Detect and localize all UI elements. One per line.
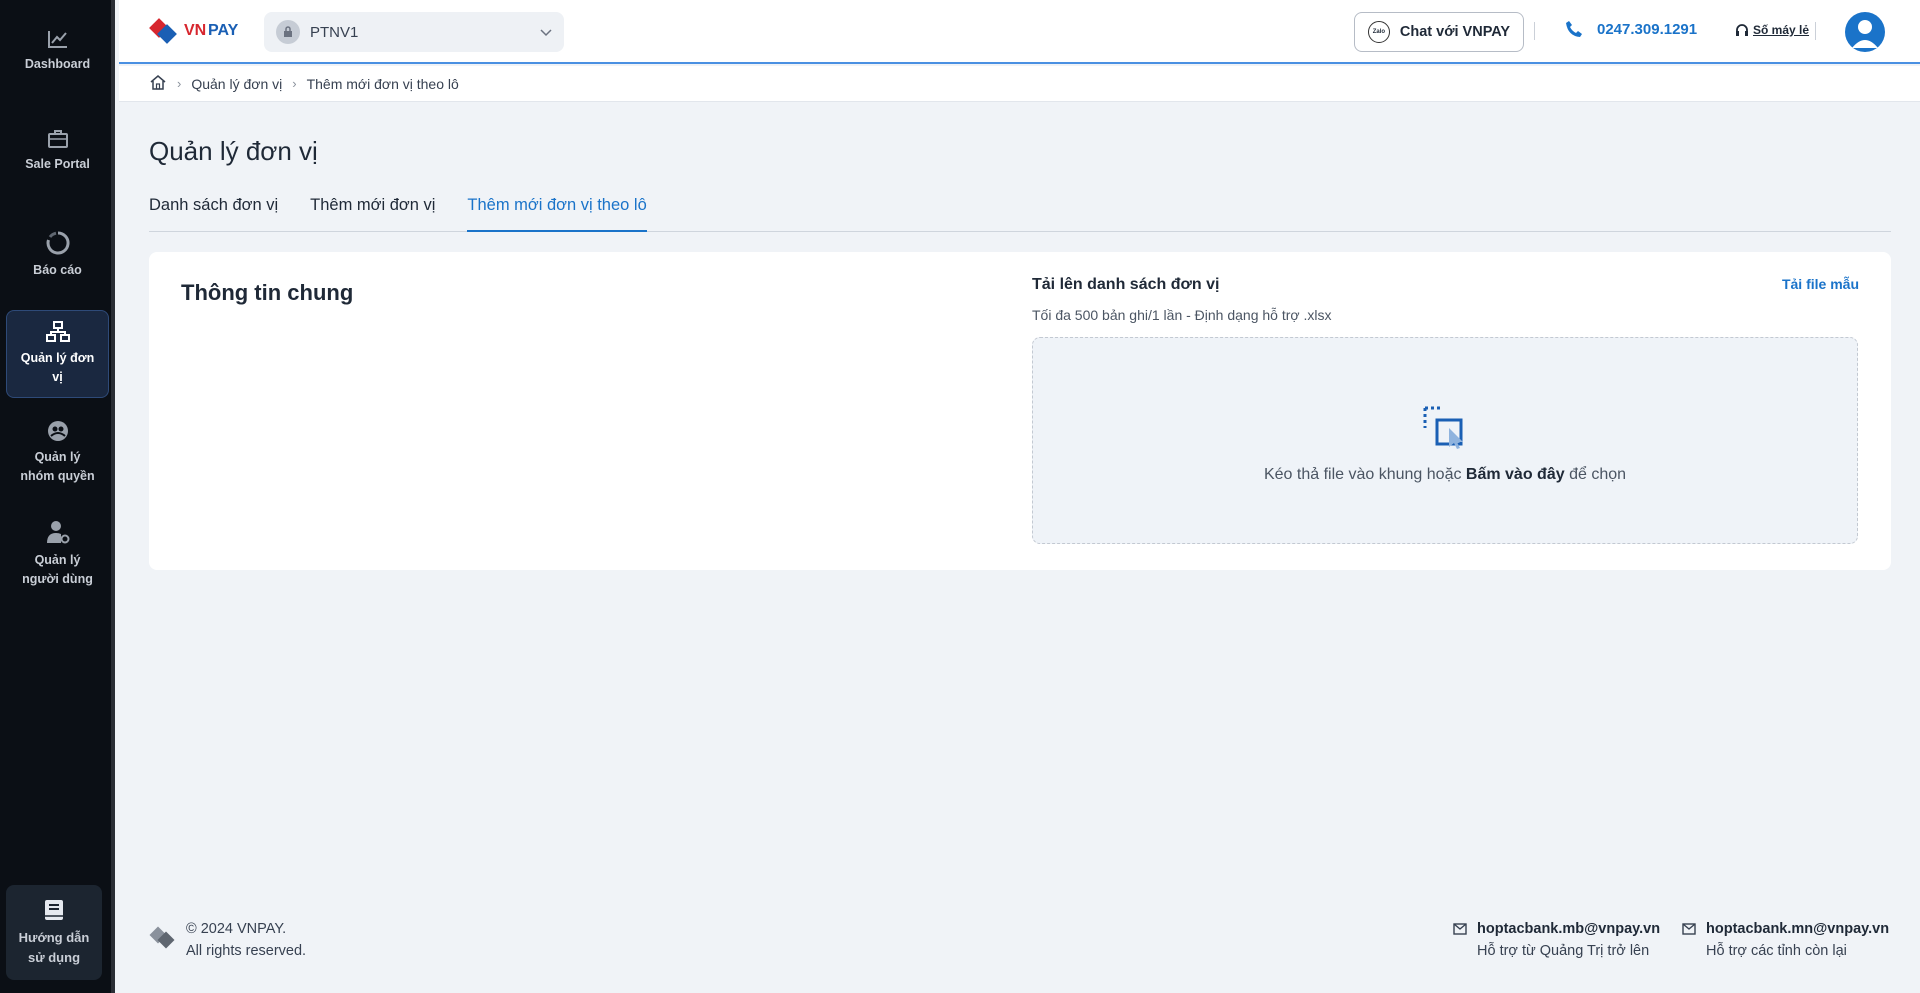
copyright-line: © 2024 VNPAY. — [186, 921, 287, 937]
page-title: Quản lý đơn vị — [149, 136, 318, 166]
report-circle-icon — [46, 230, 70, 254]
hotline-number: 0247.309.1291 — [1597, 20, 1698, 38]
contact-south: hoptacbank.mn@vnpay.vn Hỗ trợ các tỉnh c… — [1682, 918, 1889, 962]
breadcrumb: › Quản lý đơn vị › Thêm mới đơn vị theo … — [119, 66, 1920, 102]
sidebar-item-label: Quản lý người dùng — [22, 553, 93, 586]
briefcase-icon — [47, 129, 68, 148]
extension-link[interactable]: Số máy lẻ — [1735, 23, 1809, 37]
contact-email[interactable]: hoptacbank.mn@vnpay.vn — [1706, 918, 1889, 940]
sidebar-item-quan-ly-nhom-quyen[interactable]: Quản lý nhóm quyền — [6, 420, 109, 486]
breadcrumb-item-current: Thêm mới đơn vị theo lô — [306, 75, 459, 92]
vnpay-logo: VN PAY — [149, 18, 239, 44]
sidebar-item-quan-ly-don-vi[interactable]: Quản lý đơn vị — [6, 310, 109, 398]
contact-email[interactable]: hoptacbank.mb@vnpay.vn — [1477, 918, 1660, 940]
phone-icon — [1566, 21, 1582, 37]
headset-icon — [1736, 24, 1748, 36]
top-header: VN PAY PTNV1 Zalo Chat với VNPAY 0247.30… — [119, 0, 1920, 64]
book-icon — [45, 899, 63, 920]
upload-hint: Tối đa 500 bản ghi/1 lần - Định dạng hỗ … — [1032, 307, 1332, 323]
sidebar-item-label: Báo cáo — [33, 262, 82, 277]
svg-text:VN: VN — [184, 22, 206, 39]
sidebar-item-quan-ly-nguoi-dung[interactable]: Quản lý người dùng — [6, 518, 109, 590]
tab-danh-sach-don-vi[interactable]: Danh sách đơn vị — [149, 196, 278, 232]
sidebar-item-label: Sale Portal — [25, 156, 90, 171]
home-icon[interactable] — [149, 74, 167, 94]
unit-select[interactable]: PTNV1 — [264, 12, 564, 52]
help-button[interactable]: Hướng dẫn sử dụng — [6, 885, 102, 980]
drag-drop-icon — [1423, 406, 1463, 449]
chart-line-icon — [47, 30, 67, 48]
vnpay-footer-logo — [149, 926, 175, 949]
sidebar-item-label: Quản lý đơn vị — [20, 351, 95, 384]
contact-note: Hỗ trợ từ Quảng Trị trở lên — [1477, 943, 1650, 959]
chat-button-label: Chat với VNPAY — [1399, 24, 1511, 40]
tab-them-moi-don-vi[interactable]: Thêm mới đơn vị — [310, 196, 435, 232]
drop-text-after: để chọn — [1564, 465, 1627, 483]
sidebar-item-dashboard[interactable]: Dashboard — [6, 26, 109, 76]
sidebar-item-bao-cao[interactable]: Báo cáo — [6, 228, 109, 282]
sidebar: Dashboard Sale Portal Báo cáo Quản lý đơ… — [0, 0, 115, 993]
sidebar-item-label: Dashboard — [24, 56, 91, 71]
section-title: Thông tin chung — [181, 280, 354, 305]
sidebar-item-sale-portal[interactable]: Sale Portal — [6, 126, 109, 176]
general-info-card: Thông tin chung Tải lên danh sách đơn vị… — [149, 252, 1891, 570]
divider — [1815, 22, 1816, 40]
sidebar-item-label: Quản lý nhóm quyền — [20, 450, 95, 483]
drop-text-before: Kéo thả file vào khung hoặc — [1263, 465, 1466, 483]
avatar[interactable] — [1845, 12, 1885, 52]
hotline-link[interactable]: 0247.309.1291 — [1565, 20, 1697, 38]
chevron-down-icon — [540, 24, 552, 41]
chevron-right-icon: › — [292, 76, 297, 91]
browse-file-link[interactable]: Bấm vào đây — [1466, 466, 1565, 483]
help-label: Hướng dẫn sử dụng — [18, 929, 90, 965]
mail-icon — [1682, 923, 1696, 935]
contact-north: hoptacbank.mb@vnpay.vn Hỗ trợ từ Quảng T… — [1453, 918, 1660, 962]
chevron-right-icon: › — [177, 76, 182, 91]
download-sample-link[interactable]: Tải file mẫu — [1782, 276, 1859, 292]
divider — [1534, 22, 1535, 40]
group-icon — [47, 421, 68, 441]
tab-them-moi-don-vi-theo-lo[interactable]: Thêm mới đơn vị theo lô — [467, 196, 647, 232]
svg-text:PAY: PAY — [208, 22, 239, 39]
chat-vnpay-button[interactable]: Zalo Chat với VNPAY — [1354, 12, 1524, 52]
mail-icon — [1453, 923, 1467, 935]
contact-note: Hỗ trợ các tỉnh còn lại — [1706, 943, 1847, 959]
zalo-icon: Zalo — [1367, 21, 1390, 43]
drop-text: Kéo thả file vào khung hoặc Bấm vào đây … — [1264, 466, 1626, 484]
unit-select-value: PTNV1 — [310, 23, 359, 41]
breadcrumb-item[interactable]: Quản lý đơn vị — [191, 76, 282, 92]
upload-title: Tải lên danh sách đơn vị — [1032, 276, 1220, 293]
tab-bar: Danh sách đơn vị Thêm mới đơn vị Thêm mớ… — [149, 196, 1891, 232]
copyright-line: All rights reserved. — [186, 943, 307, 959]
user-settings-icon — [46, 521, 69, 544]
copyright: © 2024 VNPAY. All rights reserved. — [186, 918, 306, 962]
user-icon — [1852, 20, 1878, 48]
lock-icon — [276, 20, 300, 44]
org-chart-icon — [45, 321, 70, 342]
file-dropzone[interactable]: Kéo thả file vào khung hoặc Bấm vào đây … — [1032, 337, 1858, 544]
extension-label: Số máy lẻ — [1753, 23, 1810, 37]
